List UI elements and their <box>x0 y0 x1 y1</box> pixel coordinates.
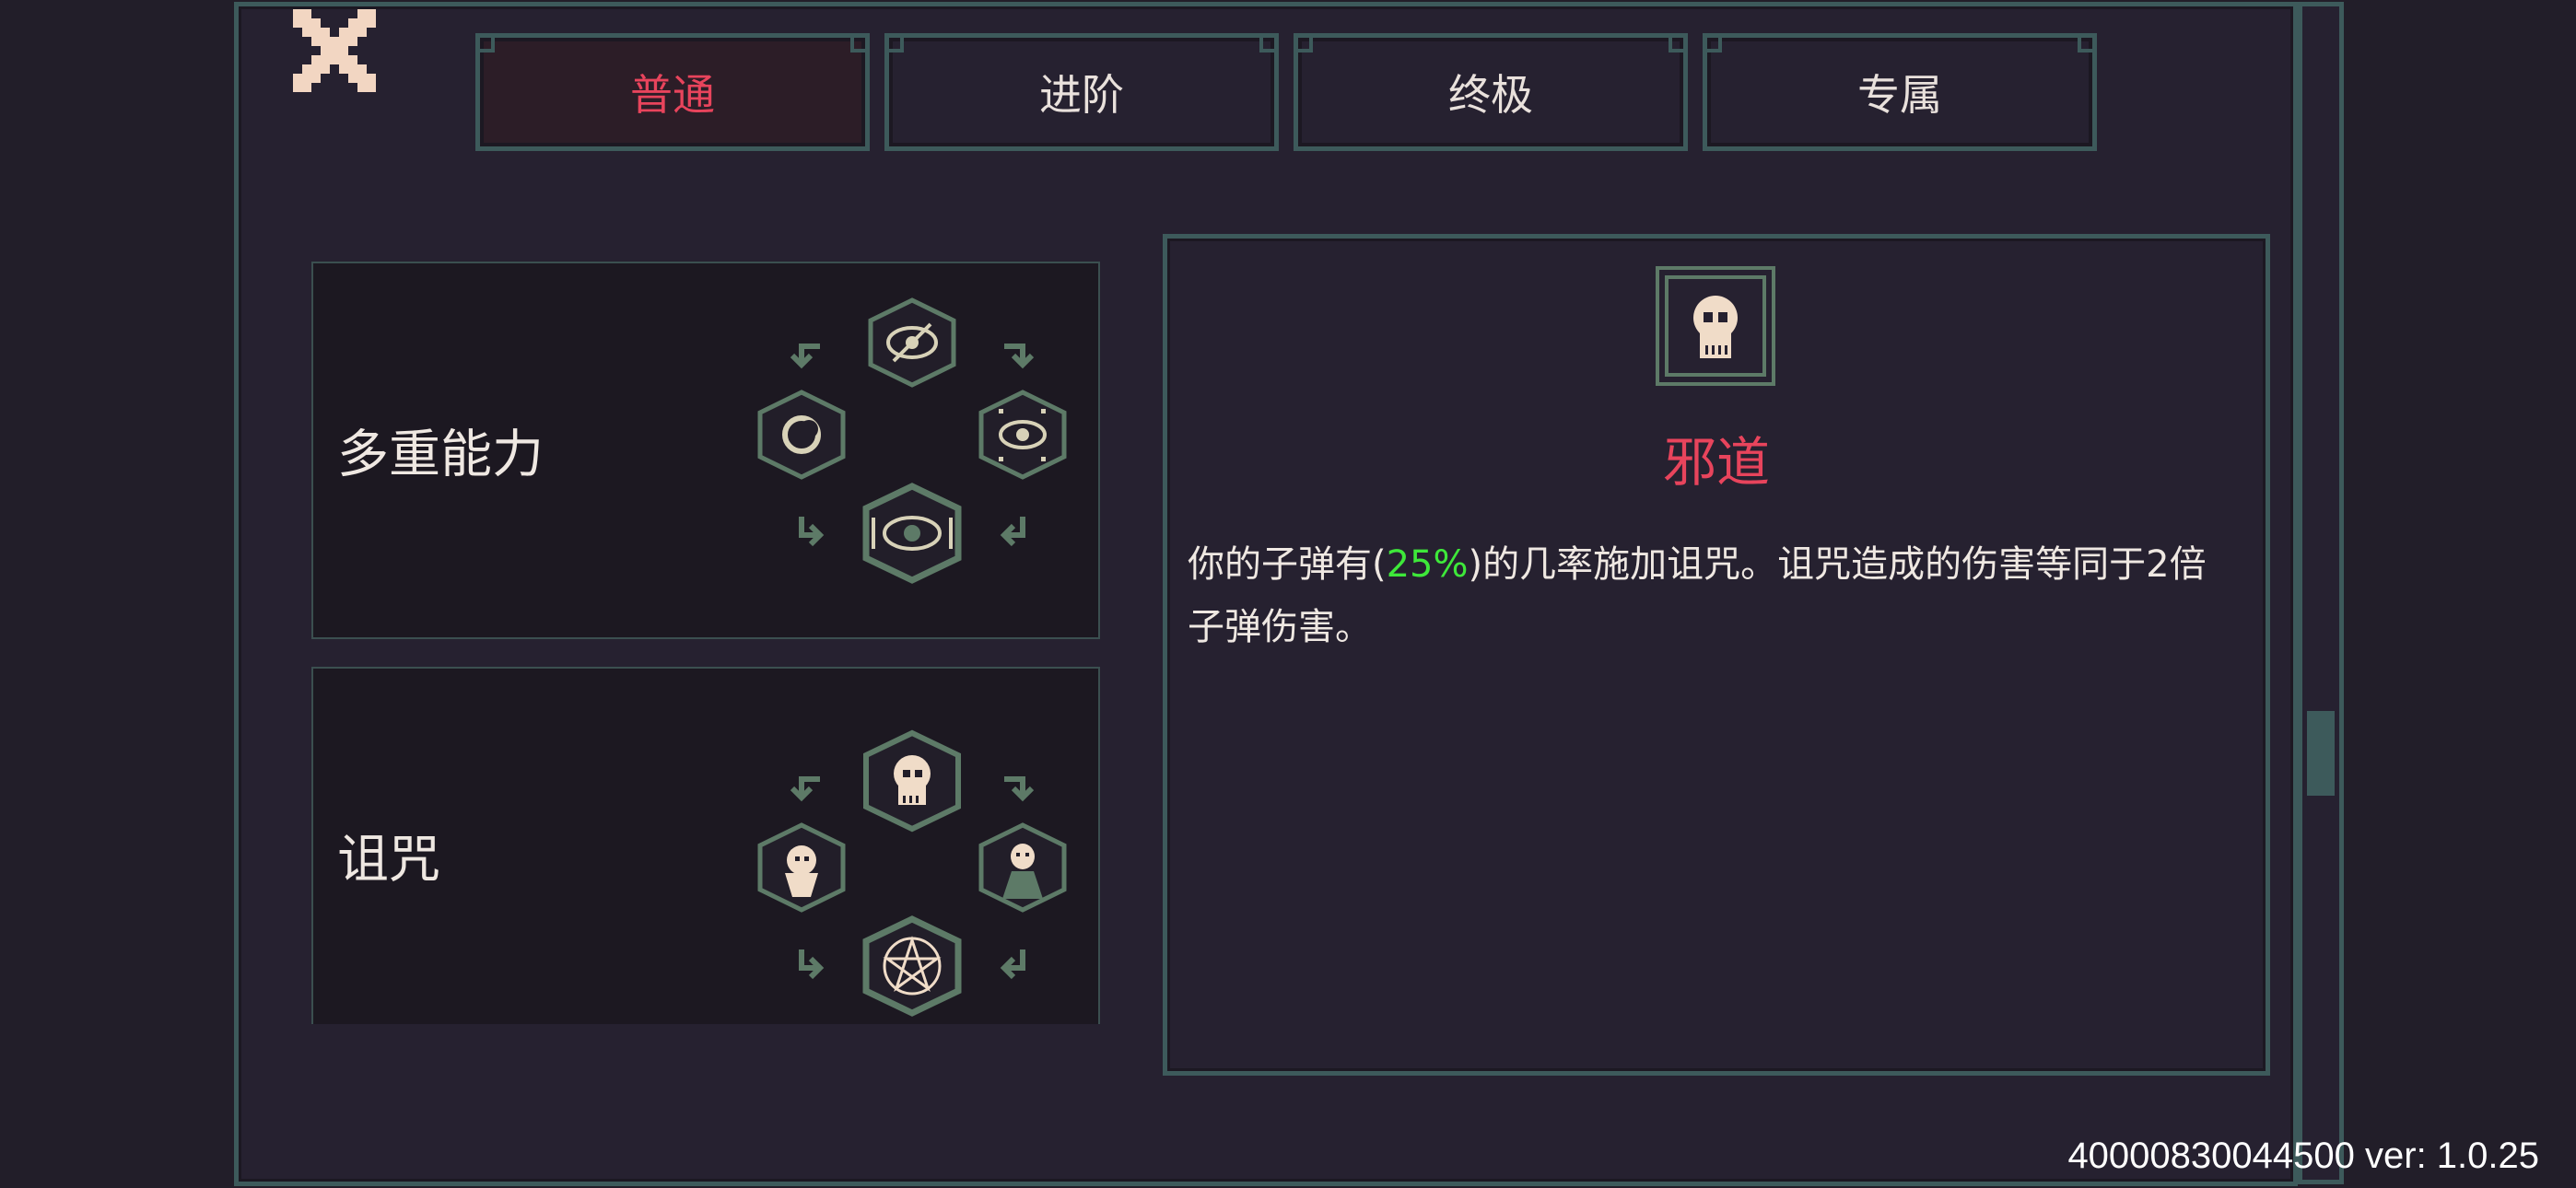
tab-normal[interactable]: 普通 <box>475 33 870 151</box>
close-icon <box>293 9 376 92</box>
ability-label: 诅咒 <box>337 830 440 891</box>
eye-icon <box>862 483 962 584</box>
ability-portrait <box>1656 266 1775 386</box>
list-item-curse[interactable]: 诅咒 <box>311 667 1100 1024</box>
scrollbar-track[interactable] <box>2298 2 2344 1184</box>
version-label: 40000830044500 ver: 1.0.25 <box>2067 1136 2539 1176</box>
skull-icon <box>863 729 961 833</box>
ability-label: 多重能力 <box>337 425 544 485</box>
ability-icon-cluster <box>757 297 1067 584</box>
ghost-icon <box>757 822 846 913</box>
ability-title: 邪道 <box>1662 431 1770 494</box>
list-item-multi-ability[interactable]: 多重能力 <box>311 262 1100 639</box>
close-button[interactable] <box>293 9 376 92</box>
game-screen: 普通 进阶 终极 专属 多重能力 诅咒 邪道 你的子弹有(25%)的几率施加诅咒… <box>0 0 2576 1188</box>
scrollbar-thumb[interactable] <box>2307 711 2335 796</box>
ability-icon-cluster <box>757 729 1067 1017</box>
tab-ultimate[interactable]: 终极 <box>1294 33 1688 151</box>
tab-exclusive[interactable]: 专属 <box>1703 33 2097 151</box>
tab-advanced[interactable]: 进阶 <box>884 33 1279 151</box>
hooded-figure-icon <box>978 822 1067 913</box>
tab-bar: 普通 进阶 终极 专属 <box>475 33 2097 151</box>
chance-value: 25% <box>1386 543 1469 586</box>
description-text: 你的子弹有( <box>1188 543 1387 586</box>
ability-list[interactable]: 多重能力 诅咒 <box>311 262 1100 1024</box>
ability-description: 你的子弹有(25%)的几率施加诅咒。诅咒造成的伤害等同于2倍子弹伤害。 <box>1188 533 2232 658</box>
skull-icon <box>1693 296 1738 358</box>
eye-slash-icon <box>868 297 956 388</box>
pentagram-icon <box>862 915 962 1017</box>
sparkle-eye-icon <box>978 390 1067 480</box>
moon-eye-icon <box>757 390 846 480</box>
ability-detail-panel: 邪道 你的子弹有(25%)的几率施加诅咒。诅咒造成的伤害等同于2倍子弹伤害。 <box>1163 234 2270 1076</box>
